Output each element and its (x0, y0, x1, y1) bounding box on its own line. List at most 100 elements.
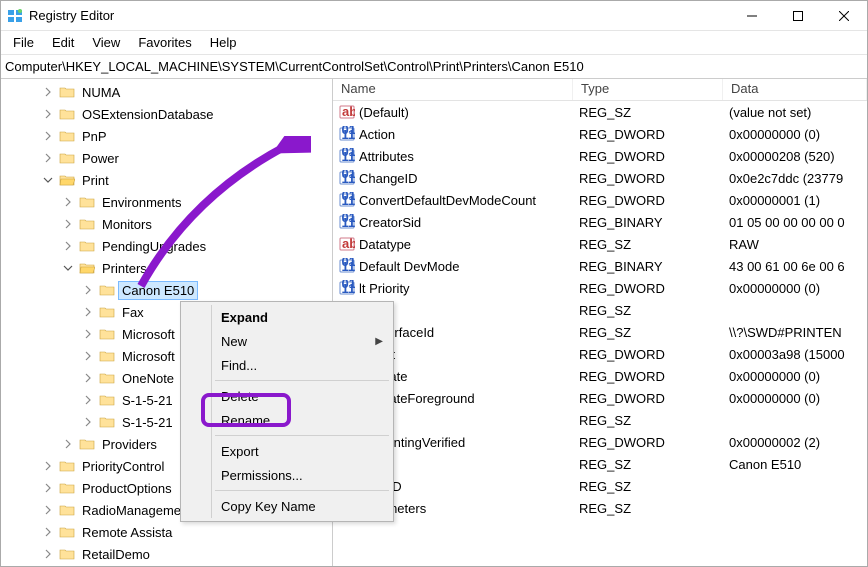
svg-text:110: 110 (342, 149, 356, 164)
column-type[interactable]: Type (573, 79, 723, 100)
ctx-delete[interactable]: Delete (183, 384, 391, 408)
value-row[interactable]: 011110AttributesREG_DWORD0x00000208 (520… (333, 145, 867, 167)
expand-expand-icon[interactable] (43, 461, 57, 471)
maximize-button[interactable] (775, 1, 821, 31)
value-row[interactable]: abParametersREG_SZ (333, 497, 867, 519)
binary-value-icon: 011110 (339, 192, 355, 208)
value-data: 43 00 61 00 6e 00 6 (725, 259, 867, 274)
tree-item-label: RadioManagement (79, 502, 195, 519)
tree-item[interactable]: Power (1, 147, 332, 169)
folder-icon (79, 195, 95, 209)
menu-favorites[interactable]: Favorites (130, 33, 199, 52)
tree-item[interactable]: Environments (1, 191, 332, 213)
value-row[interactable]: 011110ChangeIDREG_DWORD0x0e2c7ddc (23779 (333, 167, 867, 189)
value-data: 0x00000000 (0) (725, 369, 867, 384)
tree-item-label: Canon E510 (119, 282, 197, 299)
menu-edit[interactable]: Edit (44, 33, 82, 52)
value-row[interactable]: 011110ernPrintingVerifiedREG_DWORD0x0000… (333, 431, 867, 453)
folder-icon (59, 173, 75, 187)
value-name: lt Priority (359, 281, 575, 296)
tree-item-label: S-1-5-21 (119, 392, 176, 409)
value-list[interactable]: Name Type Data ab(Default)REG_SZ(value n… (333, 79, 867, 566)
expand-collapse-icon[interactable] (63, 263, 77, 273)
folder-icon (59, 481, 75, 495)
ctx-copy-key-name[interactable]: Copy Key Name (183, 494, 391, 518)
expand-expand-icon[interactable] (43, 87, 57, 97)
expand-expand-icon[interactable] (83, 373, 97, 383)
tree-item[interactable]: PnP (1, 125, 332, 147)
tree-item[interactable]: Remote Assista (1, 521, 332, 543)
expand-expand-icon[interactable] (63, 197, 77, 207)
expand-expand-icon[interactable] (43, 483, 57, 493)
expand-expand-icon[interactable] (63, 241, 77, 251)
value-row[interactable]: 011110meoutREG_DWORD0x00003a98 (15000 (333, 343, 867, 365)
value-row[interactable]: abriptionREG_SZ (333, 299, 867, 321)
value-row[interactable]: 011110yUpdateForegroundREG_DWORD0x000000… (333, 387, 867, 409)
value-row[interactable]: 011110CreatorSidREG_BINARY01 05 00 00 00… (333, 211, 867, 233)
value-row[interactable]: 011110ActionREG_DWORD0x00000000 (0) (333, 123, 867, 145)
value-row[interactable]: 011110yUpdateREG_DWORD0x00000000 (0) (333, 365, 867, 387)
value-type: REG_BINARY (575, 259, 725, 274)
expand-expand-icon[interactable] (83, 329, 97, 339)
ctx-export[interactable]: Export (183, 439, 391, 463)
value-row[interactable]: ab(Default)REG_SZ(value not set) (333, 101, 867, 123)
tree-item-label: Remote Assista (79, 524, 175, 541)
folder-icon (59, 525, 75, 539)
tree-item[interactable]: PendingUpgrades (1, 235, 332, 257)
folder-icon (59, 85, 75, 99)
expand-expand-icon[interactable] (83, 351, 97, 361)
submenu-arrow-icon: ▶ (375, 336, 383, 347)
tree-item[interactable]: Print (1, 169, 332, 191)
close-button[interactable] (821, 1, 867, 31)
value-type: REG_SZ (575, 325, 725, 340)
expand-expand-icon[interactable] (83, 307, 97, 317)
separator (215, 380, 389, 381)
list-header[interactable]: Name Type Data (333, 79, 867, 101)
ctx-rename[interactable]: Rename (183, 408, 391, 432)
minimize-button[interactable] (729, 1, 775, 31)
value-row[interactable]: 011110lt PriorityREG_DWORD0x00000000 (0) (333, 277, 867, 299)
ctx-permissions[interactable]: Permissions... (183, 463, 391, 487)
tree-item[interactable]: Canon E510 (1, 279, 332, 301)
expand-expand-icon[interactable] (43, 131, 57, 141)
value-data: \\?\SWD#PRINTEN (725, 325, 867, 340)
value-row[interactable]: 011110ConvertDefaultDevModeCountREG_DWOR… (333, 189, 867, 211)
folder-icon (59, 459, 75, 473)
menu-view[interactable]: View (84, 33, 128, 52)
expand-expand-icon[interactable] (43, 153, 57, 163)
tree-item[interactable]: RetailDemo (1, 543, 332, 565)
column-name[interactable]: Name (333, 79, 573, 100)
value-type: REG_SZ (575, 237, 725, 252)
expand-expand-icon[interactable] (83, 285, 97, 295)
expand-expand-icon[interactable] (43, 527, 57, 537)
value-data: 0x00000002 (2) (725, 435, 867, 450)
ctx-find[interactable]: Find... (183, 353, 391, 377)
tree-item[interactable]: OSExtensionDatabase (1, 103, 332, 125)
svg-text:110: 110 (342, 171, 356, 186)
column-data[interactable]: Data (723, 79, 867, 100)
ctx-expand[interactable]: Expand (183, 305, 391, 329)
ctx-new[interactable]: New▶ (183, 329, 391, 353)
value-row[interactable]: abctGUIDREG_SZ (333, 475, 867, 497)
value-row[interactable]: abtionREG_SZ (333, 409, 867, 431)
tree-item[interactable]: Monitors (1, 213, 332, 235)
value-data: 0x00003a98 (15000 (725, 347, 867, 362)
expand-expand-icon[interactable] (63, 439, 77, 449)
menu-help[interactable]: Help (202, 33, 245, 52)
value-row[interactable]: abceInterfaceIdREG_SZ\\?\SWD#PRINTEN (333, 321, 867, 343)
expand-expand-icon[interactable] (43, 549, 57, 559)
expand-expand-icon[interactable] (63, 219, 77, 229)
address-bar[interactable]: Computer\HKEY_LOCAL_MACHINE\SYSTEM\Curre… (1, 55, 867, 79)
expand-collapse-icon[interactable] (43, 175, 57, 185)
expand-expand-icon[interactable] (43, 505, 57, 515)
app-icon (7, 8, 23, 24)
expand-expand-icon[interactable] (83, 417, 97, 427)
menu-file[interactable]: File (5, 33, 42, 52)
tree-item[interactable]: Printers (1, 257, 332, 279)
value-row[interactable]: 011110Default DevModeREG_BINARY43 00 61 … (333, 255, 867, 277)
expand-expand-icon[interactable] (83, 395, 97, 405)
tree-item[interactable]: NUMA (1, 81, 332, 103)
expand-expand-icon[interactable] (43, 109, 57, 119)
value-row[interactable]: abeREG_SZCanon E510 (333, 453, 867, 475)
value-row[interactable]: abDatatypeREG_SZRAW (333, 233, 867, 255)
